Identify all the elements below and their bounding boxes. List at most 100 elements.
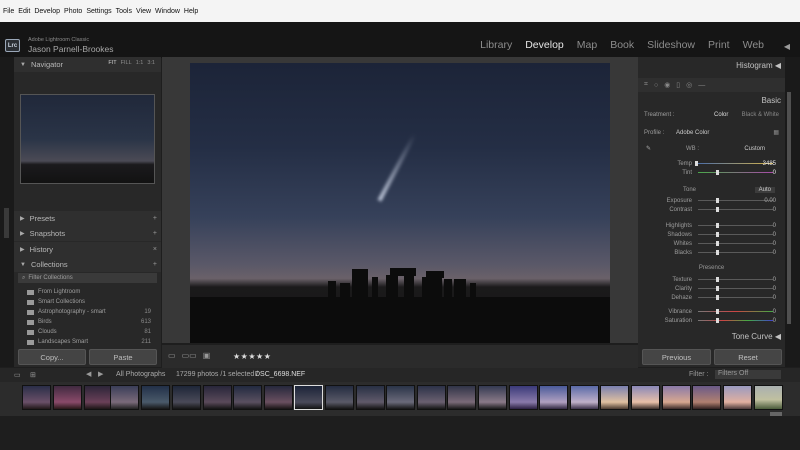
contrast-slider[interactable]: Contrast 0 <box>638 205 785 214</box>
film-thumb[interactable] <box>84 385 113 410</box>
panel-presets[interactable]: ▶ Presets + <box>14 211 161 226</box>
texture-value[interactable]: 0 <box>773 277 776 283</box>
film-thumb[interactable] <box>447 385 476 410</box>
clarity-value[interactable]: 0 <box>773 286 776 292</box>
film-thumb[interactable] <box>662 385 691 410</box>
left-scrollbar[interactable] <box>4 208 9 238</box>
film-thumb[interactable] <box>141 385 170 410</box>
filename[interactable]: DSC_6698.NEF <box>255 371 305 378</box>
film-thumb[interactable] <box>754 385 783 410</box>
filter-collections[interactable]: ⌕ Filter Collections <box>18 273 157 283</box>
radial-icon[interactable]: ◎ <box>686 81 692 89</box>
collection-set[interactable]: Smart Collections <box>14 297 161 307</box>
panel-snapshots[interactable]: ▶ Snapshots + <box>14 226 161 241</box>
back-arrow-icon[interactable]: ◀ <box>86 370 91 378</box>
film-thumb[interactable] <box>264 385 293 410</box>
module-library[interactable]: Library <box>480 39 512 51</box>
auto-tone-button[interactable]: Auto <box>754 186 775 193</box>
menu-file[interactable]: File <box>3 8 14 15</box>
right-panel-scrollbar[interactable] <box>787 92 791 324</box>
film-thumb[interactable] <box>723 385 752 410</box>
forward-arrow-icon[interactable]: ▶ <box>98 370 103 378</box>
vibrance-slider[interactable]: Vibrance 0 <box>638 307 785 316</box>
histogram-header[interactable]: Histogram ◀ <box>736 61 781 70</box>
film-thumb[interactable] <box>22 385 51 410</box>
menu-tools[interactable]: Tools <box>116 8 132 15</box>
film-thumb[interactable] <box>325 385 354 410</box>
navigator-preview[interactable] <box>20 94 155 184</box>
wb-eyedropper-icon[interactable]: ✎ <box>646 145 651 152</box>
film-thumb[interactable] <box>631 385 660 410</box>
menu-help[interactable]: Help <box>184 8 198 15</box>
film-thumb[interactable] <box>356 385 385 410</box>
film-thumb[interactable] <box>478 385 507 410</box>
treatment-color[interactable]: Color <box>714 112 728 118</box>
module-print[interactable]: Print <box>708 39 730 51</box>
dehaze-slider[interactable]: Dehaze 0 <box>638 293 785 302</box>
menu-settings[interactable]: Settings <box>86 8 111 15</box>
clarity-slider[interactable]: Clarity 0 <box>638 284 785 293</box>
panel-collections[interactable]: ▼ Collections + <box>14 257 161 272</box>
navigator-header[interactable]: ▼ Navigator FIT FILL 1:1 3:1 <box>14 57 161 72</box>
masking-icon[interactable]: ▯ <box>676 81 680 89</box>
film-thumb[interactable] <box>539 385 568 410</box>
module-slideshow[interactable]: Slideshow <box>647 39 695 51</box>
previous-button[interactable]: Previous <box>642 349 711 365</box>
temp-value[interactable]: 3485 <box>763 161 776 167</box>
zoom-fill[interactable]: FILL <box>121 60 132 66</box>
wb-select[interactable]: Custom <box>744 146 765 152</box>
film-thumb[interactable] <box>570 385 599 410</box>
shadows-slider[interactable]: Shadows 0 <box>638 230 785 239</box>
spot-removal-icon[interactable]: ○ <box>654 82 658 89</box>
crop-icon[interactable]: ⌗ <box>644 81 648 89</box>
zoom-3-1[interactable]: 3:1 <box>147 60 155 66</box>
tint-slider[interactable]: Tint 0 <box>638 168 785 177</box>
add-icon[interactable]: + <box>153 230 157 237</box>
film-thumb[interactable] <box>110 385 139 410</box>
temp-slider[interactable]: Temp 3485 <box>638 159 785 168</box>
brush-icon[interactable]: — <box>698 82 705 89</box>
paste-settings-button[interactable]: Paste <box>89 349 157 365</box>
secondary-window-icon[interactable]: ▭ <box>14 371 21 379</box>
tint-value[interactable]: 0 <box>773 170 776 176</box>
panel-history[interactable]: ▶ History × <box>14 242 161 257</box>
basic-header[interactable]: Basic <box>761 96 781 105</box>
menu-develop[interactable]: Develop <box>34 8 60 15</box>
collection-item[interactable]: Landscapes Smart 211 <box>14 337 161 347</box>
zoom-fit[interactable]: FIT <box>108 60 116 66</box>
tone-curve-header[interactable]: Tone Curve ◀ <box>732 332 781 341</box>
shadows-value[interactable]: 0 <box>773 232 776 238</box>
film-thumb[interactable] <box>233 385 262 410</box>
highlights-value[interactable]: 0 <box>773 223 776 229</box>
add-icon[interactable]: + <box>153 215 157 222</box>
star-rating[interactable]: ★★★★★ <box>233 352 271 361</box>
reset-button[interactable]: Reset <box>714 349 782 365</box>
module-map[interactable]: Map <box>577 39 597 51</box>
profile-browser-icon[interactable]: ▦ <box>773 129 779 136</box>
main-photo[interactable] <box>190 63 610 343</box>
collection-item[interactable]: Birds 613 <box>14 317 161 327</box>
module-book[interactable]: Book <box>610 39 634 51</box>
module-develop[interactable]: Develop <box>525 39 564 51</box>
film-thumb[interactable] <box>386 385 415 410</box>
film-thumb[interactable] <box>203 385 232 410</box>
film-thumb[interactable] <box>417 385 446 410</box>
film-thumb[interactable] <box>509 385 538 410</box>
menu-view[interactable]: View <box>136 8 151 15</box>
saturation-slider[interactable]: Saturation 0 <box>638 316 785 325</box>
add-icon[interactable]: + <box>153 261 157 268</box>
whites-value[interactable]: 0 <box>773 241 776 247</box>
film-thumb-selected[interactable] <box>294 385 323 410</box>
copy-settings-button[interactable]: Copy... <box>18 349 86 365</box>
film-thumb[interactable] <box>53 385 82 410</box>
menu-photo[interactable]: Photo <box>64 8 82 15</box>
profile-select[interactable]: Adobe Color <box>676 130 709 136</box>
exposure-value[interactable]: 0.00 <box>764 198 776 204</box>
red-eye-icon[interactable]: ◉ <box>664 81 670 89</box>
whites-slider[interactable]: Whites 0 <box>638 239 785 248</box>
vibrance-value[interactable]: 0 <box>773 309 776 315</box>
blacks-value[interactable]: 0 <box>773 250 776 256</box>
collection-item[interactable]: Clouds 81 <box>14 327 161 337</box>
collection-item[interactable]: Astrophotography - smart 19 <box>14 307 161 317</box>
collection-set[interactable]: From Lightroom <box>14 287 161 297</box>
